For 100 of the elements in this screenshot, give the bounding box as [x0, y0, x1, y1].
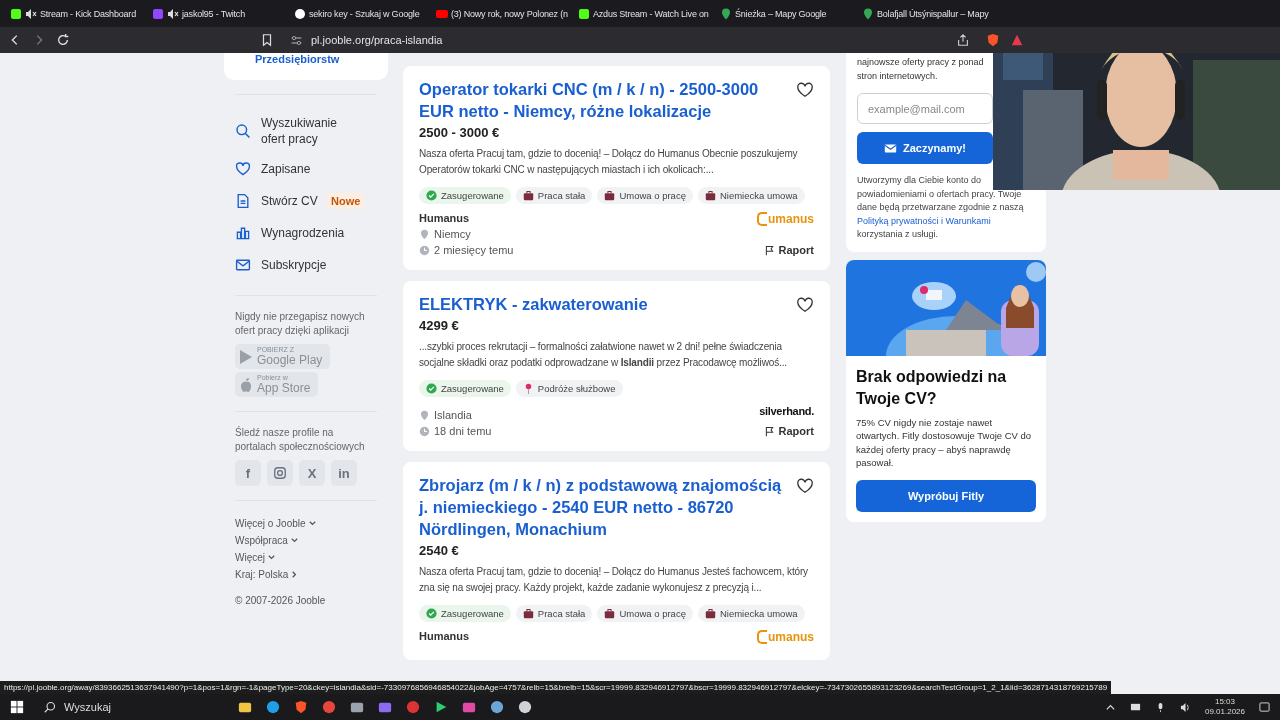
- muted-speaker-icon[interactable]: [167, 7, 179, 20]
- monitor-icon[interactable]: [1129, 701, 1141, 713]
- heart-icon[interactable]: [796, 81, 814, 99]
- browser-tab[interactable]: (3) Nowy rok, nowy Polonez (n: [432, 0, 574, 27]
- browser-tab[interactable]: sekiro key - Szukaj w Google: [290, 0, 432, 27]
- record-icon[interactable]: [406, 700, 420, 714]
- disc-icon[interactable]: [518, 700, 532, 714]
- sidebar-item[interactable]: Wynagrodzenia: [224, 217, 388, 249]
- browser-tab[interactable]: Śnieżka – Mapy Google: [716, 0, 858, 27]
- shield-icon[interactable]: [294, 700, 308, 714]
- sidebar-item[interactable]: Zapisane: [224, 153, 388, 185]
- search-field[interactable]: Wyszukaj: [38, 696, 224, 718]
- heart-icon[interactable]: [796, 296, 814, 314]
- briefcase-icon: [704, 608, 716, 619]
- sliders-icon[interactable]: [290, 33, 303, 47]
- tag: Niemiecka umowa: [697, 187, 805, 204]
- heart-icon: [235, 161, 251, 177]
- subscribe-text: najnowsze oferty pracy z ponad stron internetowych.: [857, 56, 985, 83]
- briefcase-icon: [522, 190, 534, 201]
- folder-icon[interactable]: [238, 700, 252, 714]
- job-location: Islandia: [434, 409, 472, 421]
- windows-icon[interactable]: [10, 700, 24, 714]
- company-name: Humanus: [419, 630, 470, 642]
- job-location: Niemcy: [434, 228, 471, 240]
- ball-icon[interactable]: [322, 700, 336, 714]
- browser-tab[interactable]: Bolafjall Útsýnispallur – Mapy: [858, 0, 1000, 27]
- job-title-link[interactable]: ELEKTRYK - zakwaterowanie: [419, 293, 784, 315]
- footer-link[interactable]: Kraj: Polska: [224, 566, 311, 583]
- tag: Umowa o pracę: [597, 187, 693, 204]
- social-button[interactable]: [267, 460, 293, 486]
- check-icon: [426, 608, 437, 619]
- company-logo: silverhand.: [759, 405, 814, 417]
- link[interactable]: Przedsiębiorstw: [255, 53, 340, 65]
- reload-icon[interactable]: [56, 33, 70, 47]
- tab-title: Śnieżka – Mapy Google: [735, 8, 827, 19]
- promo-text: 75% CV nigdy nie zostaje nawet otwartych. Fitly dostosowuje Twoje CV do każdej oferty pracy – abyś naprawdę pasował.: [856, 415, 1033, 470]
- posted-date: 2 miesięcy temu: [434, 244, 514, 256]
- app-promo-text: Nigdy nie przegapisz nowych ofert pracy dzięki aplikacji: [235, 310, 366, 338]
- check-icon: [426, 383, 437, 394]
- pin-icon: [419, 409, 430, 421]
- privacy-link[interactable]: Polityką prywatności i Warunkami: [857, 214, 1035, 228]
- posted-date: 18 dni temu: [434, 425, 492, 437]
- salary: 4299 €: [419, 318, 460, 333]
- square-icon: [10, 7, 22, 20]
- briefcase-icon: [704, 190, 716, 201]
- browser-tab[interactable]: jaskol95 - Twitch: [148, 0, 290, 27]
- browser-tab[interactable]: Stream - Kick Dashboard: [6, 0, 148, 27]
- search-icon: [235, 123, 251, 139]
- privacy-note: Utworzymy dla Ciebie konto do powiadomieniami o ofertach pracy. Twoje dane będą przetwarzane zgodnie z naszą Polityką prywatności i Warunkami korzystania z usługi.: [857, 174, 1035, 242]
- footer-link[interactable]: Współpraca: [224, 532, 310, 549]
- tag: Praca stała: [515, 605, 593, 622]
- social-button[interactable]: in: [331, 460, 357, 486]
- sidebar-item[interactable]: Wyszukiwanie ofert pracy: [224, 109, 388, 153]
- mail-icon: [884, 141, 897, 155]
- flag-icon: [763, 244, 775, 256]
- browser-tab[interactable]: Azdus Stream - Watch Live on: [574, 0, 716, 27]
- bookmark-icon[interactable]: [260, 33, 274, 47]
- sidebar-item[interactable]: Stwórz CV Nowe: [224, 185, 388, 217]
- camera-icon: [273, 466, 287, 480]
- clock-icon: [419, 425, 430, 437]
- triangle-icon[interactable]: [1010, 33, 1024, 47]
- tab-title: Stream - Kick Dashboard: [40, 8, 136, 19]
- report-button[interactable]: Raport: [763, 244, 814, 256]
- check-icon: [426, 190, 437, 201]
- social-button[interactable]: f: [235, 460, 261, 486]
- job-title-link[interactable]: Zbrojarz (m / k / n) z podstawową znajomością j. niemieckiego - 2540 EUR netto - 86720 Nördlingen, Monachium: [419, 474, 784, 540]
- social-text: Śledź nasze profile na portalach społecznościowych: [235, 426, 366, 454]
- speaker-icon[interactable]: [1179, 701, 1191, 713]
- company-name: Humanus: [419, 212, 471, 224]
- sidebar-item[interactable]: Subskrypcje: [224, 249, 388, 281]
- copyright: © 2007-2026 Jooble: [234, 594, 327, 608]
- square-icon: [578, 7, 590, 20]
- shield-icon[interactable]: [986, 33, 1000, 47]
- apple-icon: [238, 376, 254, 393]
- tab-title: Bolafjall Útsýnispallur – Mapy: [877, 8, 989, 19]
- share-icon[interactable]: [956, 33, 970, 47]
- pin-icon: [720, 7, 732, 20]
- briefcase-icon: [522, 608, 534, 619]
- company-logo: umanus: [757, 630, 814, 644]
- social-button[interactable]: X: [299, 460, 325, 486]
- footer-link[interactable]: Więcej o Jooble: [224, 515, 328, 532]
- chevron-down-icon: [267, 553, 276, 562]
- clock[interactable]: 15:03 09.01.2026: [1204, 697, 1245, 717]
- salary: 2540 €: [419, 543, 460, 558]
- tab-title: sekiro key - Szukaj w Google: [309, 8, 420, 19]
- job-title-link[interactable]: Operator tokarki CNC (m / k / n) - 2500-3000 EUR netto - Niemcy, różne lokalizacje: [419, 78, 784, 122]
- flag-icon: [763, 425, 775, 437]
- notification-icon[interactable]: [1259, 701, 1270, 713]
- muted-speaker-icon[interactable]: [25, 7, 37, 20]
- company-logo: umanus: [757, 212, 814, 226]
- status-url: https://pl.jooble.org/away/8393662513637941490?p=1&pos=1&rgn=-1&pageType=20&ckey=islandia&sid=-7330976856946854022&jobAge=4757&relb=15&brelb=15&scr=19999.832946912797&bscr=19999.832946912797&elckey=-7347302655893123269&searchTestGroup=1_2_1&iid=3628714318769215789: [0, 681, 1112, 694]
- subscribe-button[interactable]: Zaczynamy!: [857, 132, 993, 164]
- salary: 2500 - 3000 €: [419, 125, 501, 140]
- job-description: Nasza oferta Pracuj tam, gdzie to docenią! – Dołącz do Humanus Jesteś fachowcem, który zna się na swojej pracy. Każdy projekt, każde zadanie wykonujesz z precyzją i...: [419, 565, 809, 595]
- report-button[interactable]: Raport: [763, 425, 814, 437]
- try-button[interactable]: Wypróbuj Fitly: [856, 479, 1036, 512]
- tag: Niemiecka umowa: [697, 605, 805, 622]
- email-field[interactable]: example@mail.com: [857, 93, 993, 124]
- heart-icon[interactable]: [796, 477, 814, 495]
- footer-link[interactable]: Więcej: [224, 549, 287, 566]
